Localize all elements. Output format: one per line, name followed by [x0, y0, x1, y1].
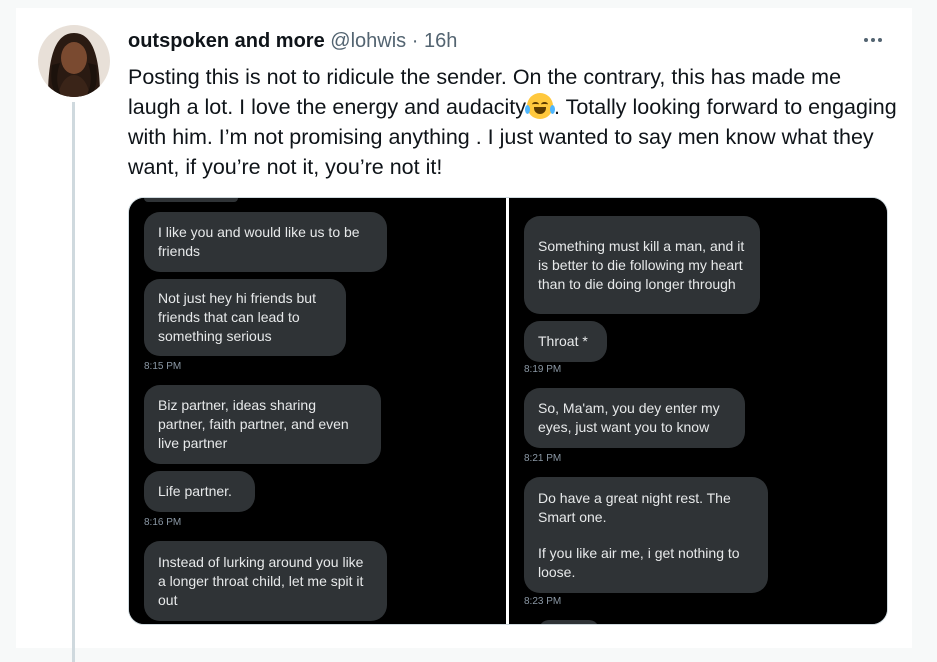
message-bubble: Biz partner, ideas sharing partner, fait… [144, 385, 381, 464]
message-timestamp: 8:21 PM [524, 453, 562, 464]
tweet-time[interactable]: 16h [424, 30, 457, 52]
message-bubble: Something must kill a man, and it is bet… [524, 216, 760, 314]
message-bubble: Not just hey hi friends but friends that… [144, 279, 346, 356]
tweet-header: outspoken and more @lohwis · 16h [128, 28, 457, 54]
cropped-bubble-bottom [539, 620, 599, 624]
chat-screenshot-right: Something must kill a man, and it is bet… [509, 198, 887, 624]
cropped-bubble-top [144, 198, 238, 202]
avatar-photo [38, 25, 110, 97]
message-bubble: Life partner. [144, 471, 255, 512]
face-with-tears-of-joy-icon [525, 93, 556, 119]
chat-screenshot-left: I like you and would like us to be frien… [129, 198, 506, 624]
handle[interactable]: @lohwis [330, 30, 406, 52]
message-bubble: Do have a great night rest. The Smart on… [524, 477, 768, 593]
thread-line [72, 102, 75, 662]
message-bubble: I like you and would like us to be frien… [144, 212, 387, 272]
message-timestamp: 8:19 PM [524, 364, 562, 375]
message-timestamp: 8:23 PM [524, 596, 562, 607]
message-timestamp: 8:16 PM [144, 517, 182, 528]
message-bubble: Throat * [524, 321, 607, 362]
tweet-media-image[interactable]: I like you and would like us to be frien… [128, 197, 888, 625]
display-name[interactable]: outspoken and more [128, 30, 325, 52]
avatar[interactable] [38, 25, 110, 97]
tweet-card[interactable]: outspoken and more @lohwis · 16h Posting… [16, 8, 912, 662]
message-bubble: Instead of lurking around you like a lon… [144, 541, 387, 621]
more-options-icon[interactable] [860, 30, 886, 50]
message-bubble: So, Ma'am, you dey enter my eyes, just w… [524, 388, 745, 448]
message-timestamp: 8:15 PM [144, 361, 182, 372]
tweet-text: Posting this is not to ridicule the send… [128, 62, 898, 182]
separator: · [411, 30, 419, 52]
